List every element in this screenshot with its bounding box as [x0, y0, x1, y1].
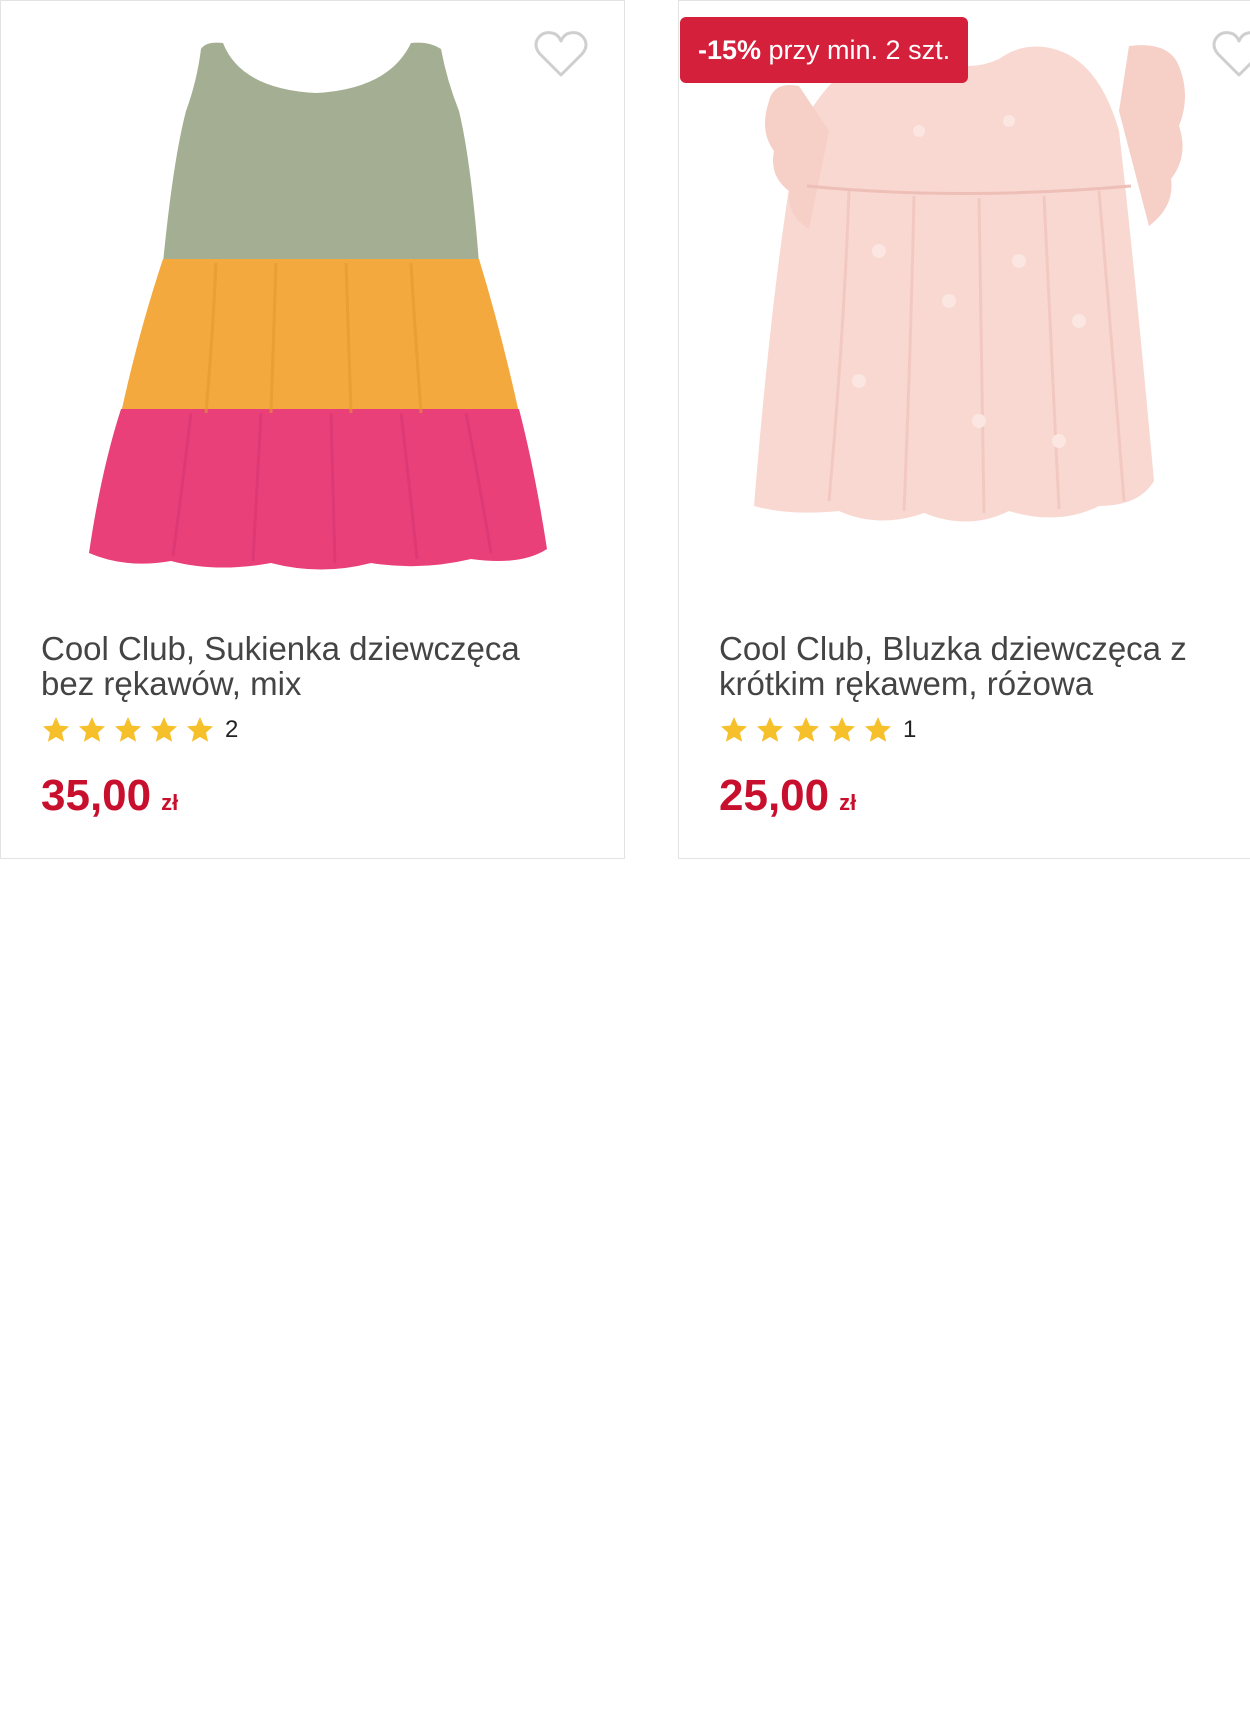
- star-icon: [721, 717, 747, 742]
- promo-badge-text: przy min. 2 szt.: [761, 35, 951, 65]
- rating-count: 1: [903, 716, 917, 743]
- star-icon: [829, 717, 855, 742]
- product-rating: 1: [719, 714, 916, 746]
- price-currency: zł: [161, 790, 179, 815]
- price-currency: zł: [839, 790, 857, 815]
- star-icon: [43, 717, 69, 742]
- star-icon: [79, 717, 105, 742]
- promo-badge-discount: -15%: [698, 35, 762, 65]
- product-price: 25,00 zł: [719, 771, 856, 821]
- ruffle-sleeve-blouse-image: [754, 45, 1185, 522]
- product-image[interactable]: [679, 1, 1250, 601]
- star-icon: [865, 717, 891, 742]
- promo-badge: -15% przy min. 2 szt.: [680, 17, 969, 83]
- product-rating: 2: [41, 714, 238, 746]
- product-image[interactable]: [1, 1, 624, 601]
- product-card[interactable]: -15% przy min. 2 szt. Cool Club, Bluzka …: [678, 0, 1250, 859]
- heart-icon[interactable]: [1212, 31, 1250, 79]
- product-price: 35,00 zł: [41, 771, 178, 821]
- price-amount: 25,00: [719, 771, 830, 820]
- star-icon: [187, 717, 213, 742]
- rating-count: 2: [225, 716, 239, 743]
- sleeveless-tiered-dress-image: [89, 42, 547, 570]
- product-title[interactable]: Cool Club, Sukienka dziewczęca bez rękaw…: [41, 631, 581, 701]
- price-amount: 35,00: [41, 771, 152, 820]
- product-card[interactable]: Cool Club, Sukienka dziewczęca bez rękaw…: [0, 0, 625, 859]
- product-title[interactable]: Cool Club, Bluzka dziewczęca z krótkim r…: [719, 631, 1250, 701]
- heart-icon[interactable]: [534, 31, 588, 79]
- star-icon: [151, 717, 177, 742]
- star-icon: [115, 717, 141, 742]
- star-icon: [757, 717, 783, 742]
- star-icon: [793, 717, 819, 742]
